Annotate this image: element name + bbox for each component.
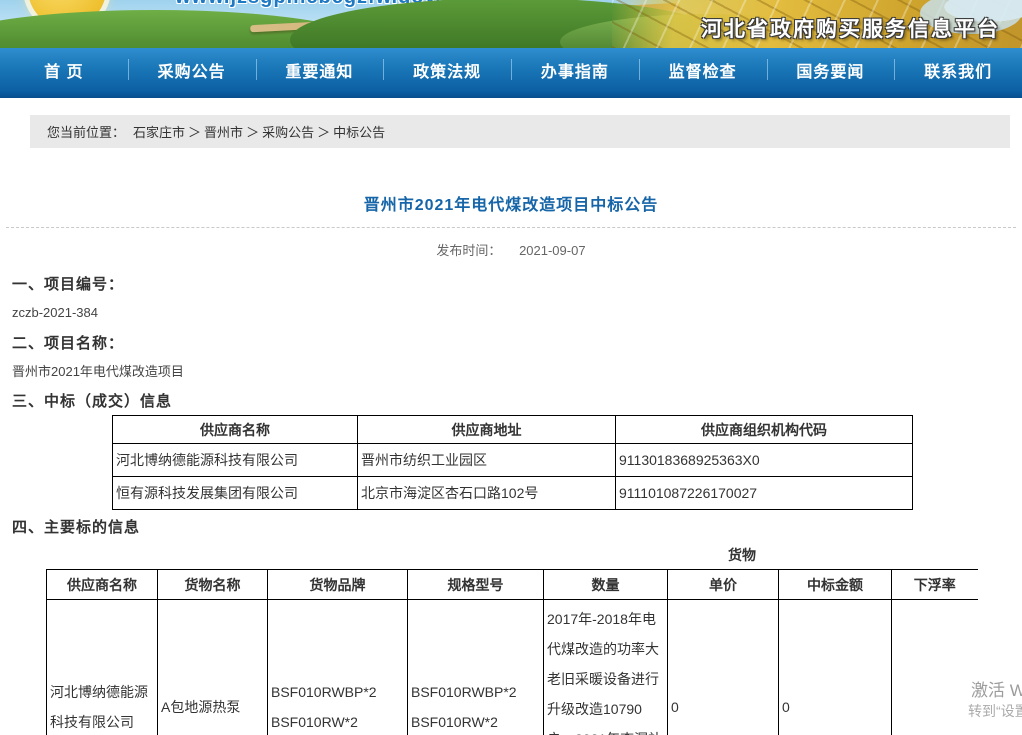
table-row: 河北博纳德能源科技有限公司 晋州市纺织工业园区 9113018368925363… (113, 444, 913, 477)
col-header-supplier-address: 供应商地址 (358, 416, 616, 444)
project-number-value: zczb-2021-384 (12, 304, 1022, 322)
goods-supplier-cell: 河北博纳德能源科技有限公司 (47, 600, 158, 735)
publish-date: 2021-09-07 (519, 243, 586, 258)
main-nav: 首 页 采购公告 重要通知 政策法规 办事指南 监督检查 国务要闻 联系我们 (0, 48, 1022, 91)
supplier-org-code-cell: 911101087226170027 (616, 477, 913, 510)
goods-table-header-row: 供应商名称 货物名称 货物品牌 规格型号 数量 单价 中标金额 下浮率 (47, 570, 978, 600)
col-header-goods-name: 货物名称 (158, 570, 268, 600)
platform-title: 河北省政府购买服务信息平台 (701, 13, 1000, 43)
nav-item-important-notices[interactable]: 重要通知 (256, 48, 384, 91)
goods-award-amount-cell: 0 (779, 600, 892, 735)
breadcrumb-link-shijiazhuang[interactable]: 石家庄市 (133, 122, 185, 141)
goods-table: 供应商名称 货物名称 货物品牌 规格型号 数量 单价 中标金额 下浮率 河北博纳… (46, 569, 978, 735)
page-title: 晋州市2021年电代煤改造项目中标公告 (0, 194, 1022, 218)
publish-time-line: 发布时间： 2021-09-07 (0, 241, 1022, 261)
breadcrumb-link-jinzhou[interactable]: 晋州市 (204, 122, 243, 141)
col-header-goods-brand: 货物品牌 (268, 570, 408, 600)
supplier-name-cell: 河北博纳德能源科技有限公司 (113, 444, 358, 477)
col-header-award-amount: 中标金额 (779, 570, 892, 600)
supplier-name-cell: 恒有源科技发展集团有限公司 (113, 477, 358, 510)
goods-brand-cell: BSF010RWBP*2 BSF010RW*2 (268, 600, 408, 735)
col-header-unit-price: 单价 (668, 570, 779, 600)
goods-name-cell: A包地源热泵 (158, 600, 268, 735)
goods-quantity-cell: 2017年-2018年电 代煤改造的功率大 老旧采暖设备进行 升级改造10790… (544, 600, 668, 735)
col-header-supplier-org-code: 供应商组织机构代码 (616, 416, 913, 444)
col-header-quantity: 数量 (544, 570, 668, 600)
nav-item-contact-us[interactable]: 联系我们 (894, 48, 1022, 91)
nav-bottom-strip (0, 91, 1022, 98)
project-name-value: 晋州市2021年电代煤改造项目 (12, 363, 1022, 381)
supplier-table: 供应商名称 供应商地址 供应商组织机构代码 河北博纳德能源科技有限公司 晋州市纺… (112, 415, 913, 510)
nav-item-procurement-announcements[interactable]: 采购公告 (128, 48, 256, 91)
col-header-supplier-name: 供应商名称 (47, 570, 158, 600)
windows-activation-watermark-sub: 转到“设置”以激活 Windows。 (968, 701, 1022, 721)
col-header-discount-rate: 下浮率 (892, 570, 978, 600)
breadcrumb: 您当前位置： 石家庄市 ＞ 晋州市 ＞ 采购公告 ＞ 中标公告 (30, 115, 1010, 148)
breadcrumb-label: 您当前位置： (47, 122, 125, 141)
windows-activation-watermark: 激活 Windows (971, 676, 1022, 701)
breadcrumb-link-procurement-announcements[interactable]: 采购公告 (262, 122, 314, 141)
title-divider (6, 227, 1016, 228)
section-heading-project-number: 一、项目编号： (12, 274, 1022, 295)
breadcrumb-separator: ＞ (246, 122, 259, 141)
section-heading-main-subject-info: 四、主要标的信息 (12, 517, 1022, 538)
article: 晋州市2021年电代煤改造项目中标公告 发布时间： 2021-09-07 一、项… (0, 194, 1022, 735)
supplier-org-code-cell: 9113018368925363X0 (616, 444, 913, 477)
publish-time-label: 发布时间： (436, 243, 501, 258)
nav-item-policies-regulations[interactable]: 政策法规 (383, 48, 511, 91)
col-header-spec-model: 规格型号 (408, 570, 544, 600)
breadcrumb-separator: ＞ (188, 122, 201, 141)
goods-unit-price-cell: 0 (668, 600, 779, 735)
goods-model-cell: BSF010RWBP*2 BSF010RW*2 (408, 600, 544, 735)
nav-item-state-council-news[interactable]: 国务要闻 (767, 48, 895, 91)
nav-item-service-guide[interactable]: 办事指南 (511, 48, 639, 91)
nav-item-supervision-inspection[interactable]: 监督检查 (639, 48, 767, 91)
goods-group-label: 货物 (728, 546, 1022, 565)
table-row: 河北博纳德能源科技有限公司 A包地源热泵 BSF010RWBP*2 BSF010… (47, 600, 978, 735)
site-banner: www.jzsgp.hebcgzfw.gov.cn 河北省政府购买服务信息平台 (0, 0, 1022, 48)
nav-item-home[interactable]: 首 页 (0, 48, 128, 91)
supplier-address-cell: 晋州市纺织工业园区 (358, 444, 616, 477)
supplier-address-cell: 北京市海淀区杏石口路102号 (358, 477, 616, 510)
breadcrumb-separator: ＞ (317, 122, 330, 141)
supplier-table-header-row: 供应商名称 供应商地址 供应商组织机构代码 (113, 416, 913, 444)
table-row: 恒有源科技发展集团有限公司 北京市海淀区杏石口路102号 91110108722… (113, 477, 913, 510)
goods-discount-rate-cell (892, 600, 978, 735)
section-heading-award-info: 三、中标（成交）信息 (12, 391, 1022, 412)
section-heading-project-name: 二、项目名称： (12, 333, 1022, 354)
breadcrumb-link-award-announcements[interactable]: 中标公告 (333, 122, 385, 141)
col-header-supplier-name: 供应商名称 (113, 416, 358, 444)
